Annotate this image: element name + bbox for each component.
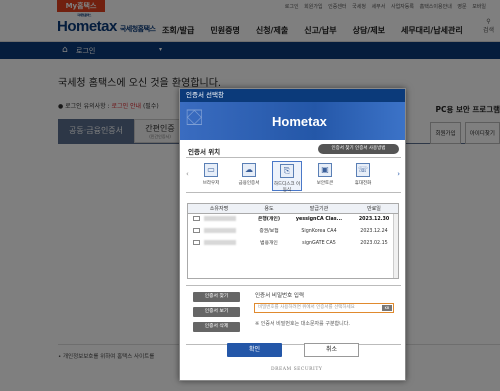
table-header: 소유자명 용도 발급기관 만료일 <box>188 204 398 214</box>
chevron-left-icon[interactable]: ‹ <box>186 170 189 178</box>
location-label: 금융인증서 <box>238 181 260 186</box>
token-icon: ▣ <box>318 163 332 177</box>
location-label: 하드디스크 이동식 <box>273 182 301 193</box>
purpose-cell: 범용개인 <box>260 241 278 246</box>
owner-redacted <box>204 216 236 221</box>
table-scrollbar[interactable] <box>393 214 398 278</box>
location-label: 휴대전화 <box>354 181 372 186</box>
dialog-title: 인증서 선택창 <box>180 89 405 102</box>
shield-icon: ⛋ <box>186 106 203 131</box>
browser-icon: ▭ <box>204 163 218 177</box>
expiry-cell: 2023.12.24 <box>360 229 388 234</box>
certificate-table: 소유자명 용도 발급기관 만료일 은행(개인) yessignCA Clas..… <box>187 203 399 279</box>
cert-help-button[interactable]: 인증서 찾기 인증서 사용방법 <box>318 144 399 154</box>
table-row[interactable]: 은행(개인) yessignCA Clas... 2023.12.30 <box>188 214 398 226</box>
password-placeholder: 비밀번호를 사용하려면 위에서 인증서를 선택하세요 <box>258 305 355 310</box>
chevron-right-icon[interactable]: › <box>397 170 400 178</box>
owner-cell <box>188 226 250 238</box>
owner-cell <box>188 214 250 226</box>
location-label: 브라우저 <box>202 181 220 186</box>
table-row[interactable]: 증권/보험 SignKorea CA4 2023.12.24 <box>188 226 398 238</box>
issuer-cell: SignKorea CA4 <box>301 229 337 234</box>
col-owner[interactable]: 소유자명 <box>188 204 250 213</box>
location-financial-cert[interactable]: ☁ 금융인증서 <box>234 161 264 191</box>
issuer-cell: signGATE CA5 <box>302 241 336 246</box>
table-row[interactable]: 범용개인 signGATE CA5 2023.02.15 <box>188 238 398 250</box>
cert-icon <box>193 228 200 233</box>
cert-icon <box>193 216 200 221</box>
password-label: 인증서 비밀번호 입력 <box>255 293 305 299</box>
location-browser[interactable]: ▭ 브라우저 <box>196 161 226 191</box>
find-cert-button[interactable]: 인증서 찾기 <box>193 292 240 302</box>
owner-redacted <box>204 240 236 245</box>
issuer-cell: yessignCA Clas... <box>295 217 343 222</box>
owner-cell <box>188 238 250 250</box>
owner-redacted <box>204 228 236 233</box>
expiry-cell: 2023.02.15 <box>360 241 388 246</box>
location-label: 보안토큰 <box>316 181 334 186</box>
password-section: 인증서 찾기 인증서 보기 인증서 삭제 인증서 비밀번호 입력 비밀번호를 사… <box>186 285 401 345</box>
phone-icon: ☏ <box>356 163 370 177</box>
cert-icon <box>193 240 200 245</box>
col-expiry[interactable]: 만료일 <box>350 204 398 213</box>
purpose-cell: 증권/보험 <box>259 229 279 234</box>
cert-location-list: ‹ ▭ 브라우저 ☁ 금융인증서 ⎘ 하드디스크 이동식 ▣ 보안토큰 ☏ 휴대… <box>186 157 401 193</box>
vendor-brand: DREAM SECURITY <box>271 367 323 372</box>
location-security-token[interactable]: ▣ 보안토큰 <box>310 161 340 191</box>
dialog-banner: ⛋ Hometax <box>180 102 405 140</box>
cancel-button[interactable]: 취소 <box>304 343 359 357</box>
delete-cert-button[interactable]: 인증서 삭제 <box>193 322 240 332</box>
location-harddisk[interactable]: ⎘ 하드디스크 이동식 <box>272 161 302 193</box>
col-issuer[interactable]: 발급기관 <box>288 204 350 213</box>
certificate-dialog: 인증서 선택창 ⛋ Hometax 인증서 위치 인증서 찾기 인증서 사용방법… <box>179 88 406 381</box>
purpose-cell: 은행(개인) <box>257 217 281 222</box>
cloud-icon: ☁ <box>242 163 256 177</box>
keyboard-icon[interactable]: KB <box>382 305 392 311</box>
expiry-cell: 2023.12.30 <box>358 217 390 222</box>
banner-logo: Hometax <box>272 114 327 129</box>
password-notice: ※ 인증서 비밀번호는 대소문자를 구분합니다. <box>255 321 350 327</box>
usb-icon: ⎘ <box>280 164 294 178</box>
location-title: 인증서 위치 <box>188 148 221 156</box>
view-cert-button[interactable]: 인증서 보기 <box>193 307 240 317</box>
location-mobile[interactable]: ☏ 휴대전화 <box>348 161 378 191</box>
password-input[interactable]: 비밀번호를 사용하려면 위에서 인증서를 선택하세요 KB <box>254 303 394 313</box>
col-purpose[interactable]: 용도 <box>250 204 288 213</box>
confirm-button[interactable]: 확인 <box>227 343 282 357</box>
